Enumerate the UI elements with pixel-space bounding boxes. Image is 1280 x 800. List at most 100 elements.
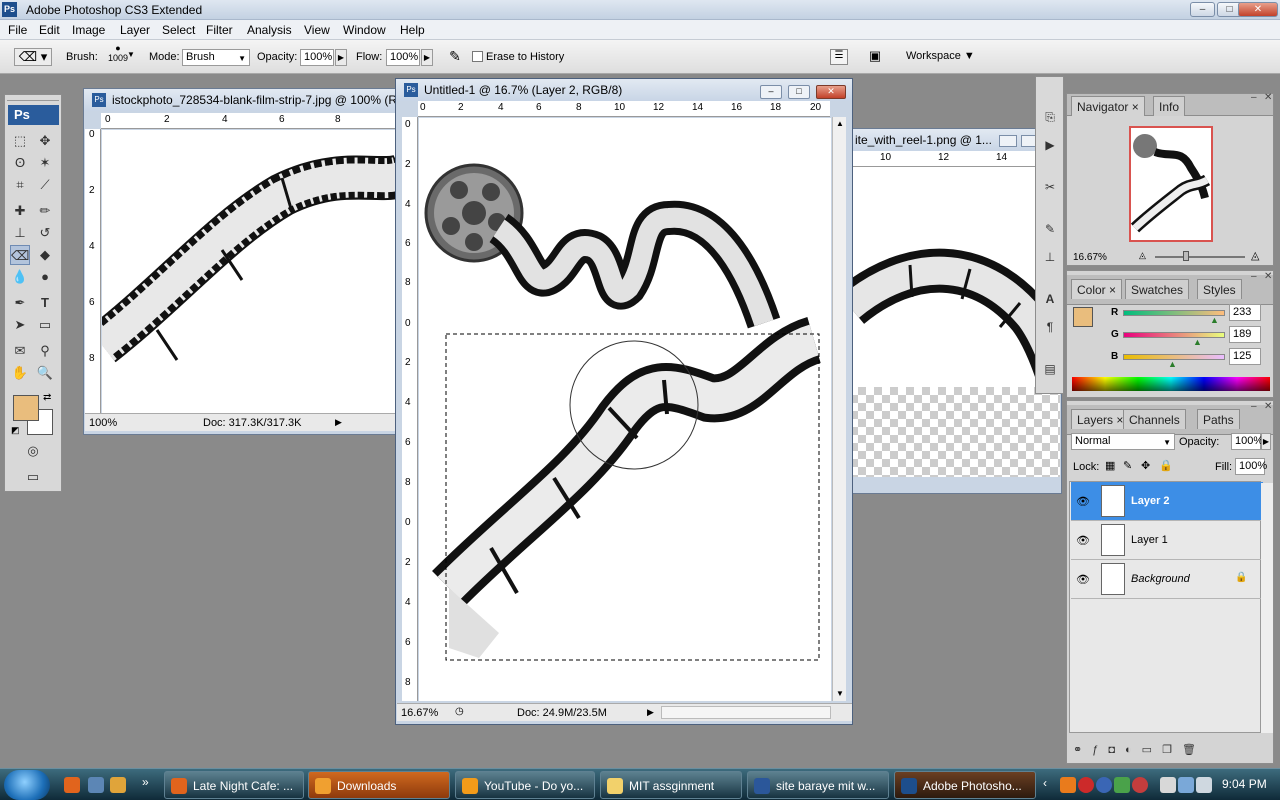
slice-tool-icon[interactable]: ⟋ (35, 175, 55, 195)
tab-styles[interactable]: Styles (1197, 279, 1242, 299)
layer-row[interactable]: 👁 Background 🔒 (1071, 560, 1263, 599)
brush-tool-icon[interactable]: ✏ (35, 201, 55, 221)
layer-name[interactable]: Layer 2 (1131, 495, 1170, 507)
zoom-in-icon[interactable]: ◬ (1251, 249, 1259, 262)
airbrush-icon[interactable]: ✎ (444, 48, 466, 66)
panel-close-icon[interactable]: ✕ (1264, 271, 1272, 282)
tab-layers[interactable]: Layers × (1071, 409, 1130, 429)
shape-tool-icon[interactable]: ▭ (35, 315, 55, 335)
toolbox-grip[interactable] (7, 95, 59, 101)
marquee-tool-icon[interactable]: ⬚ (10, 131, 30, 151)
doc-main-zoom[interactable]: 16.67% (401, 707, 438, 719)
doc-left-size[interactable]: Doc: 317.3K/317.3K (203, 417, 301, 429)
eraser-preset-icon[interactable]: ⌫ ▾ (14, 48, 52, 66)
doc-left-zoom[interactable]: 100% (89, 417, 117, 429)
menu-view[interactable]: View (304, 23, 330, 37)
layer-row[interactable]: 👁 Layer 1 (1071, 521, 1263, 560)
task-youtube[interactable]: YouTube - Do yo... (455, 771, 595, 799)
screen-mode-icon[interactable]: ▭ (23, 467, 43, 487)
firefox-quicklaunch-icon[interactable] (64, 777, 80, 793)
path-selection-tool-icon[interactable]: ➤ (10, 315, 30, 335)
lock-position-icon[interactable]: ✥ (1141, 459, 1150, 472)
layer-name[interactable]: Background (1131, 573, 1190, 585)
channel-g-thumb[interactable]: ▲ (1193, 337, 1202, 347)
channel-b-thumb[interactable]: ▲ (1168, 359, 1177, 369)
type-tool-icon[interactable]: T (35, 293, 55, 313)
brushes-panel-icon[interactable]: ✎ (1040, 219, 1060, 239)
healing-tool-icon[interactable]: ✚ (10, 201, 30, 221)
lock-transparency-icon[interactable]: ▦ (1105, 459, 1115, 472)
erase-history-checkbox[interactable] (472, 51, 483, 62)
tray-app-icon[interactable] (1132, 777, 1148, 793)
tray-vlc-icon[interactable] (1060, 777, 1076, 793)
new-layer-icon[interactable]: ❐ (1162, 744, 1182, 756)
menu-image[interactable]: Image (72, 23, 105, 37)
zoom-out-icon[interactable]: ◬ (1139, 250, 1146, 261)
visibility-eye-icon[interactable]: 👁 (1076, 573, 1090, 586)
close-button[interactable]: ✕ (1238, 2, 1278, 17)
history-panel-icon[interactable]: ⎘ (1040, 107, 1060, 127)
menu-analysis[interactable]: Analysis (247, 23, 292, 37)
blend-mode-select[interactable]: Normal ▼ (1071, 433, 1175, 450)
doc-main-horizontal-scrollbar[interactable] (661, 706, 831, 719)
zoom-tool-icon[interactable]: 🔍 (35, 363, 55, 383)
flow-input[interactable]: 100% (386, 49, 420, 66)
paint-bucket-tool-icon[interactable]: ◆ (35, 245, 55, 265)
crop-tool-icon[interactable]: ⌗ (10, 175, 30, 195)
task-late-night-cafe[interactable]: Late Night Cafe: ... (164, 771, 304, 799)
menu-select[interactable]: Select (162, 23, 195, 37)
document-window-main[interactable]: Ps Untitled-1 @ 16.7% (Layer 2, RGB/8) –… (395, 78, 853, 725)
channel-r-input[interactable]: 233 (1229, 304, 1261, 321)
tray-expand-icon[interactable]: ‹ (1043, 776, 1047, 790)
blur-tool-icon[interactable]: 💧 (10, 267, 30, 287)
task-downloads[interactable]: Downloads (308, 771, 450, 799)
navigator-zoom-slider[interactable] (1155, 256, 1245, 258)
tray-device-icon[interactable] (1160, 777, 1176, 793)
doc-main-size[interactable]: Doc: 24.9M/23.5M (517, 707, 607, 719)
flow-slider-button[interactable]: ▶ (421, 49, 433, 66)
palette-well-icon[interactable]: ☰ (830, 49, 848, 65)
doc-main-titlebar[interactable]: Ps Untitled-1 @ 16.7% (Layer 2, RGB/8) (396, 79, 852, 101)
swap-colors-icon[interactable]: ⇄ (43, 392, 51, 403)
document-icon[interactable]: ▣ (864, 48, 886, 66)
color-foreground-swatch[interactable] (1073, 307, 1093, 327)
lasso-tool-icon[interactable]: ʘ (10, 153, 30, 173)
menu-layer[interactable]: Layer (120, 23, 150, 37)
default-colors-icon[interactable]: ◩ (11, 425, 20, 436)
tray-network-status-icon[interactable] (1178, 777, 1194, 793)
menu-filter[interactable]: Filter (206, 23, 233, 37)
channel-g-input[interactable]: 189 (1229, 326, 1261, 343)
task-mit-assginment[interactable]: MIT assginment (600, 771, 742, 799)
layer-name[interactable]: Layer 1 (1131, 534, 1168, 546)
visibility-eye-icon[interactable]: 👁 (1076, 495, 1090, 508)
visibility-eye-icon[interactable]: 👁 (1076, 534, 1090, 547)
clone-source-icon[interactable]: ⊥ (1040, 247, 1060, 267)
channel-r-thumb[interactable]: ▲ (1210, 315, 1219, 325)
history-brush-tool-icon[interactable]: ↺ (35, 223, 55, 243)
media-quicklaunch-icon[interactable] (110, 777, 126, 793)
scroll-up-arrow-icon[interactable]: ▲ (836, 119, 844, 128)
tab-paths[interactable]: Paths (1197, 409, 1240, 429)
doc-right-minimize-button[interactable] (999, 135, 1017, 147)
task-adobe-photoshop[interactable]: Adobe Photosho... (894, 771, 1036, 799)
actions-panel-icon[interactable]: ▶ (1040, 135, 1060, 155)
layer-style-icon[interactable]: ƒ (1092, 744, 1108, 756)
link-layers-icon[interactable]: ⚭ (1073, 744, 1092, 756)
quicklaunch-more-icon[interactable]: » (142, 775, 149, 789)
panel-close-icon[interactable]: ✕ (1264, 92, 1272, 103)
foreground-color-fill[interactable] (13, 395, 39, 421)
tray-bluetooth-icon[interactable] (1096, 777, 1112, 793)
quick-mask-icon[interactable]: ◎ (23, 441, 43, 461)
add-mask-icon[interactable]: ◘ (1108, 744, 1125, 756)
tab-info[interactable]: Info (1153, 96, 1186, 116)
navigator-thumbnail[interactable] (1129, 126, 1213, 242)
status-menu-arrow-icon[interactable]: ▶ (335, 417, 342, 428)
paragraph-panel-icon[interactable]: ¶ (1040, 317, 1060, 337)
opacity-slider-button[interactable]: ▶ (335, 49, 347, 66)
panel-collapse-icon[interactable]: – (1251, 92, 1257, 103)
magic-wand-tool-icon[interactable]: ✶ (35, 153, 55, 173)
doc-main-canvas[interactable] (419, 118, 831, 701)
lock-all-icon[interactable]: 🔒 (1159, 459, 1173, 472)
tool-presets-icon[interactable]: ✂ (1040, 177, 1060, 197)
layer-opacity-slider-button[interactable]: ▶ (1261, 433, 1271, 450)
